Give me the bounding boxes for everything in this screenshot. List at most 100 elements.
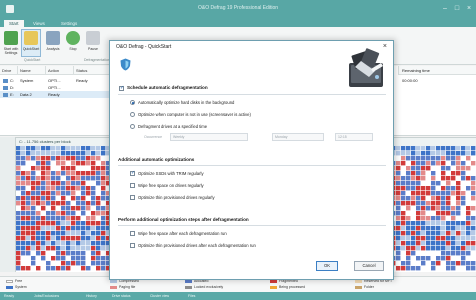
cluster-block (431, 226, 436, 231)
schedule-checkbox[interactable] (119, 85, 124, 91)
cluster-block (451, 146, 456, 151)
col-status[interactable]: Status (74, 66, 110, 75)
cluster-block (416, 166, 421, 171)
cluster-block (26, 196, 31, 201)
cluster-block (446, 246, 451, 251)
cluster-block (41, 211, 46, 216)
tab-views[interactable]: Views (28, 20, 50, 27)
status-item[interactable]: Cluster view (150, 294, 169, 298)
cluster-block (396, 181, 401, 186)
cluster-block (56, 186, 61, 191)
status-item[interactable]: History (86, 294, 97, 298)
cluster-block (461, 146, 466, 151)
cluster-block (41, 171, 46, 176)
cluster-block (96, 211, 101, 216)
cluster-block (36, 261, 41, 266)
col-remaining-time[interactable]: Remaining time (398, 66, 476, 75)
cluster-block (86, 156, 91, 161)
wipe-after-checkbox[interactable] (130, 231, 135, 236)
minimize-icon[interactable]: – (440, 4, 450, 13)
thin-provisioned-checkbox[interactable] (130, 195, 135, 200)
radio-auto[interactable] (130, 100, 135, 105)
cluster-block (396, 171, 401, 176)
cluster-block (406, 206, 411, 211)
cluster-block (436, 166, 441, 171)
cluster-block (431, 156, 436, 161)
cluster-block (101, 186, 106, 191)
pause-button[interactable]: Pause (84, 30, 102, 56)
cluster-block (71, 266, 76, 271)
cluster-block (401, 181, 406, 186)
radio-specified-time[interactable] (130, 124, 135, 129)
close-window-icon[interactable]: × (464, 4, 474, 13)
cluster-block (421, 146, 426, 151)
status-item[interactable]: Drive status (112, 294, 130, 298)
trim-label: Optimize SSDs with TRIM regularly (138, 171, 204, 176)
status-item[interactable]: Jobs/Exclusions (34, 294, 59, 298)
cluster-block (451, 231, 456, 236)
cancel-button[interactable]: Cancel (354, 261, 384, 271)
cluster-block (16, 161, 21, 166)
cluster-block (81, 206, 86, 211)
quickstart-button[interactable]: QuickStart (21, 29, 41, 57)
drive-row[interactable]: D: OPTI... (0, 84, 110, 91)
cluster-block (96, 256, 101, 261)
wipe-regular-checkbox[interactable] (130, 183, 135, 188)
status-item[interactable]: Ready (4, 294, 14, 298)
cluster-block (36, 221, 41, 226)
cluster-block (91, 156, 96, 161)
cluster-block (46, 236, 51, 241)
cluster-block (431, 166, 436, 171)
cluster-block (471, 246, 476, 251)
cluster-block (56, 146, 61, 151)
ok-button[interactable]: OK (316, 261, 338, 271)
col-name[interactable]: Name (18, 66, 46, 75)
shield-icon (120, 58, 131, 71)
analysis-button[interactable]: Analysis (44, 30, 62, 56)
day-select[interactable]: Monday (272, 133, 324, 141)
cluster-block (401, 211, 406, 216)
tab-settings[interactable]: Settings (56, 20, 82, 27)
radio-screensaver[interactable] (130, 112, 135, 117)
maximize-icon[interactable]: □ (452, 4, 462, 13)
section-additional-optimizations: Additional automatic optimizations (118, 157, 195, 162)
cluster-block (451, 211, 456, 216)
occurrence-select[interactable]: Weekly (170, 133, 248, 141)
cluster-block (81, 266, 86, 271)
cluster-block (71, 146, 76, 151)
cluster-block (81, 246, 86, 251)
cluster-block (451, 251, 456, 256)
cluster-block (406, 186, 411, 191)
cluster-block (451, 201, 456, 206)
cluster-block (26, 171, 31, 176)
cluster-block (466, 196, 471, 201)
divider (118, 165, 386, 166)
col-drive[interactable]: Drive (0, 66, 18, 75)
cluster-block (91, 266, 96, 271)
drive-row[interactable]: C: System OPTI... Ready (0, 77, 110, 84)
cluster-block (46, 166, 51, 171)
cluster-block (101, 151, 106, 156)
cluster-block (431, 266, 436, 271)
tab-start[interactable]: Start (4, 20, 24, 27)
cluster-block (406, 171, 411, 176)
cluster-block (101, 266, 106, 271)
status-item[interactable]: Files (188, 294, 195, 298)
cluster-block (411, 181, 416, 186)
time-input[interactable]: 12:15 (335, 133, 373, 141)
cluster-block (41, 251, 46, 256)
cluster-block (71, 226, 76, 231)
col-action[interactable]: Action (46, 66, 74, 75)
legend-item: Locked exclusively (185, 285, 223, 289)
cluster-block (36, 216, 41, 221)
trim-checkbox[interactable] (130, 170, 135, 176)
stop-button[interactable]: Stop (64, 30, 82, 56)
start-with-settings-button[interactable]: Start with Settings (2, 30, 20, 56)
drive-row-selected[interactable]: E: Data 2 Ready (0, 91, 110, 98)
cluster-block (31, 226, 36, 231)
cluster-block (16, 191, 21, 196)
cluster-block (441, 181, 446, 186)
cluster-block (101, 256, 106, 261)
thin-after-checkbox[interactable] (130, 243, 135, 248)
cluster-block (41, 256, 46, 261)
